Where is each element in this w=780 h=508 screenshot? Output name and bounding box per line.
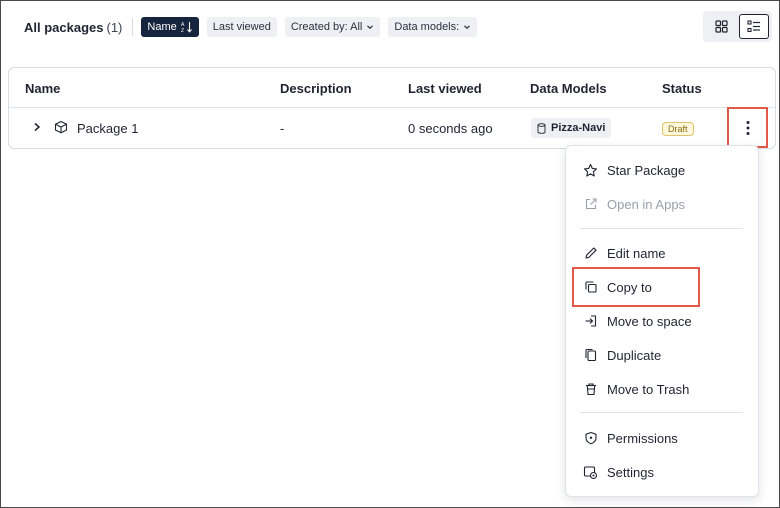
created-by-filter[interactable]: Created by: All [284, 17, 381, 37]
pencil-icon [582, 245, 599, 262]
last-viewed-filter[interactable]: Last viewed [206, 17, 277, 37]
more-vertical-icon [746, 120, 749, 135]
package-count: (1) [106, 19, 123, 35]
package-description: - [280, 121, 285, 136]
duplicate-icon [582, 347, 599, 364]
trash-icon [582, 381, 599, 398]
column-header-data-models[interactable]: Data Models [530, 81, 607, 96]
menu-item-permissions[interactable]: Permissions [566, 423, 758, 453]
column-header-name[interactable]: Name [25, 81, 60, 96]
last-viewed-label: Last viewed [212, 21, 271, 33]
menu-item-label: Move to space [607, 313, 692, 329]
menu-item-open-in-apps[interactable]: Open in Apps [566, 189, 758, 219]
toolbar-divider [132, 18, 134, 36]
star-icon [582, 162, 599, 179]
chevron-right-icon[interactable] [32, 122, 42, 132]
menu-item-move-to-space[interactable]: Move to space [566, 306, 758, 336]
menu-divider [579, 412, 743, 413]
shield-icon [582, 430, 599, 447]
menu-item-label: Permissions [607, 430, 678, 446]
menu-item-settings[interactable]: Settings [566, 457, 758, 487]
move-icon [582, 313, 599, 330]
menu-item-label: Settings [607, 464, 654, 480]
sort-az-icon: A Z [181, 22, 192, 33]
context-menu: Star Package Open in Apps Edit name Copy [565, 145, 759, 497]
settings-icon [582, 464, 599, 481]
table-header: Name Description Last viewed Data Models… [9, 68, 775, 108]
menu-item-edit-name[interactable]: Edit name [566, 238, 758, 268]
svg-text:Z: Z [181, 28, 184, 33]
chevron-down-icon [464, 25, 471, 30]
column-header-description[interactable]: Description [280, 81, 352, 96]
data-models-label: Data models: [394, 21, 460, 33]
list-view-button[interactable] [739, 14, 769, 39]
grid-view-button[interactable] [706, 14, 736, 39]
toolbar: All packages (1) Name A Z Last viewed Cr… [24, 16, 485, 38]
sort-name-label: Name [147, 21, 177, 33]
data-model-name: Pizza-Navi [551, 122, 606, 134]
menu-item-label: Move to Trash [607, 381, 690, 397]
status-badge: Draft [662, 122, 694, 136]
view-toggle [703, 11, 772, 42]
packages-table: Name Description Last viewed Data Models… [8, 67, 776, 149]
menu-item-copy-to[interactable]: Copy to [566, 272, 758, 302]
page-title: All packages [24, 19, 104, 35]
more-actions-button[interactable] [727, 107, 768, 148]
menu-item-label: Copy to [607, 279, 652, 295]
created-by-label: Created by: All [290, 21, 363, 33]
menu-item-label: Star Package [607, 162, 686, 178]
menu-item-label: Edit name [607, 245, 666, 261]
menu-item-move-to-trash[interactable]: Move to Trash [566, 374, 758, 404]
sort-name-button[interactable]: Name A Z [141, 17, 199, 37]
column-header-status[interactable]: Status [662, 81, 702, 96]
list-icon [747, 20, 760, 33]
package-last-viewed: 0 seconds ago [408, 121, 493, 136]
package-icon [54, 120, 68, 134]
package-name[interactable]: Package 1 [77, 121, 138, 136]
data-model-badge[interactable]: Pizza-Navi [531, 118, 612, 138]
data-models-filter[interactable]: Data models: [388, 17, 478, 37]
database-icon [537, 122, 546, 134]
menu-divider [579, 228, 743, 229]
external-link-icon [582, 196, 599, 213]
column-header-last-viewed[interactable]: Last viewed [408, 81, 482, 96]
copy-icon [582, 279, 599, 296]
chevron-down-icon [367, 25, 374, 30]
menu-item-label: Duplicate [607, 347, 662, 363]
menu-item-label: Open in Apps [607, 196, 686, 212]
menu-item-star-package[interactable]: Star Package [566, 155, 758, 185]
grid-icon [714, 20, 728, 33]
menu-item-duplicate[interactable]: Duplicate [566, 340, 758, 370]
